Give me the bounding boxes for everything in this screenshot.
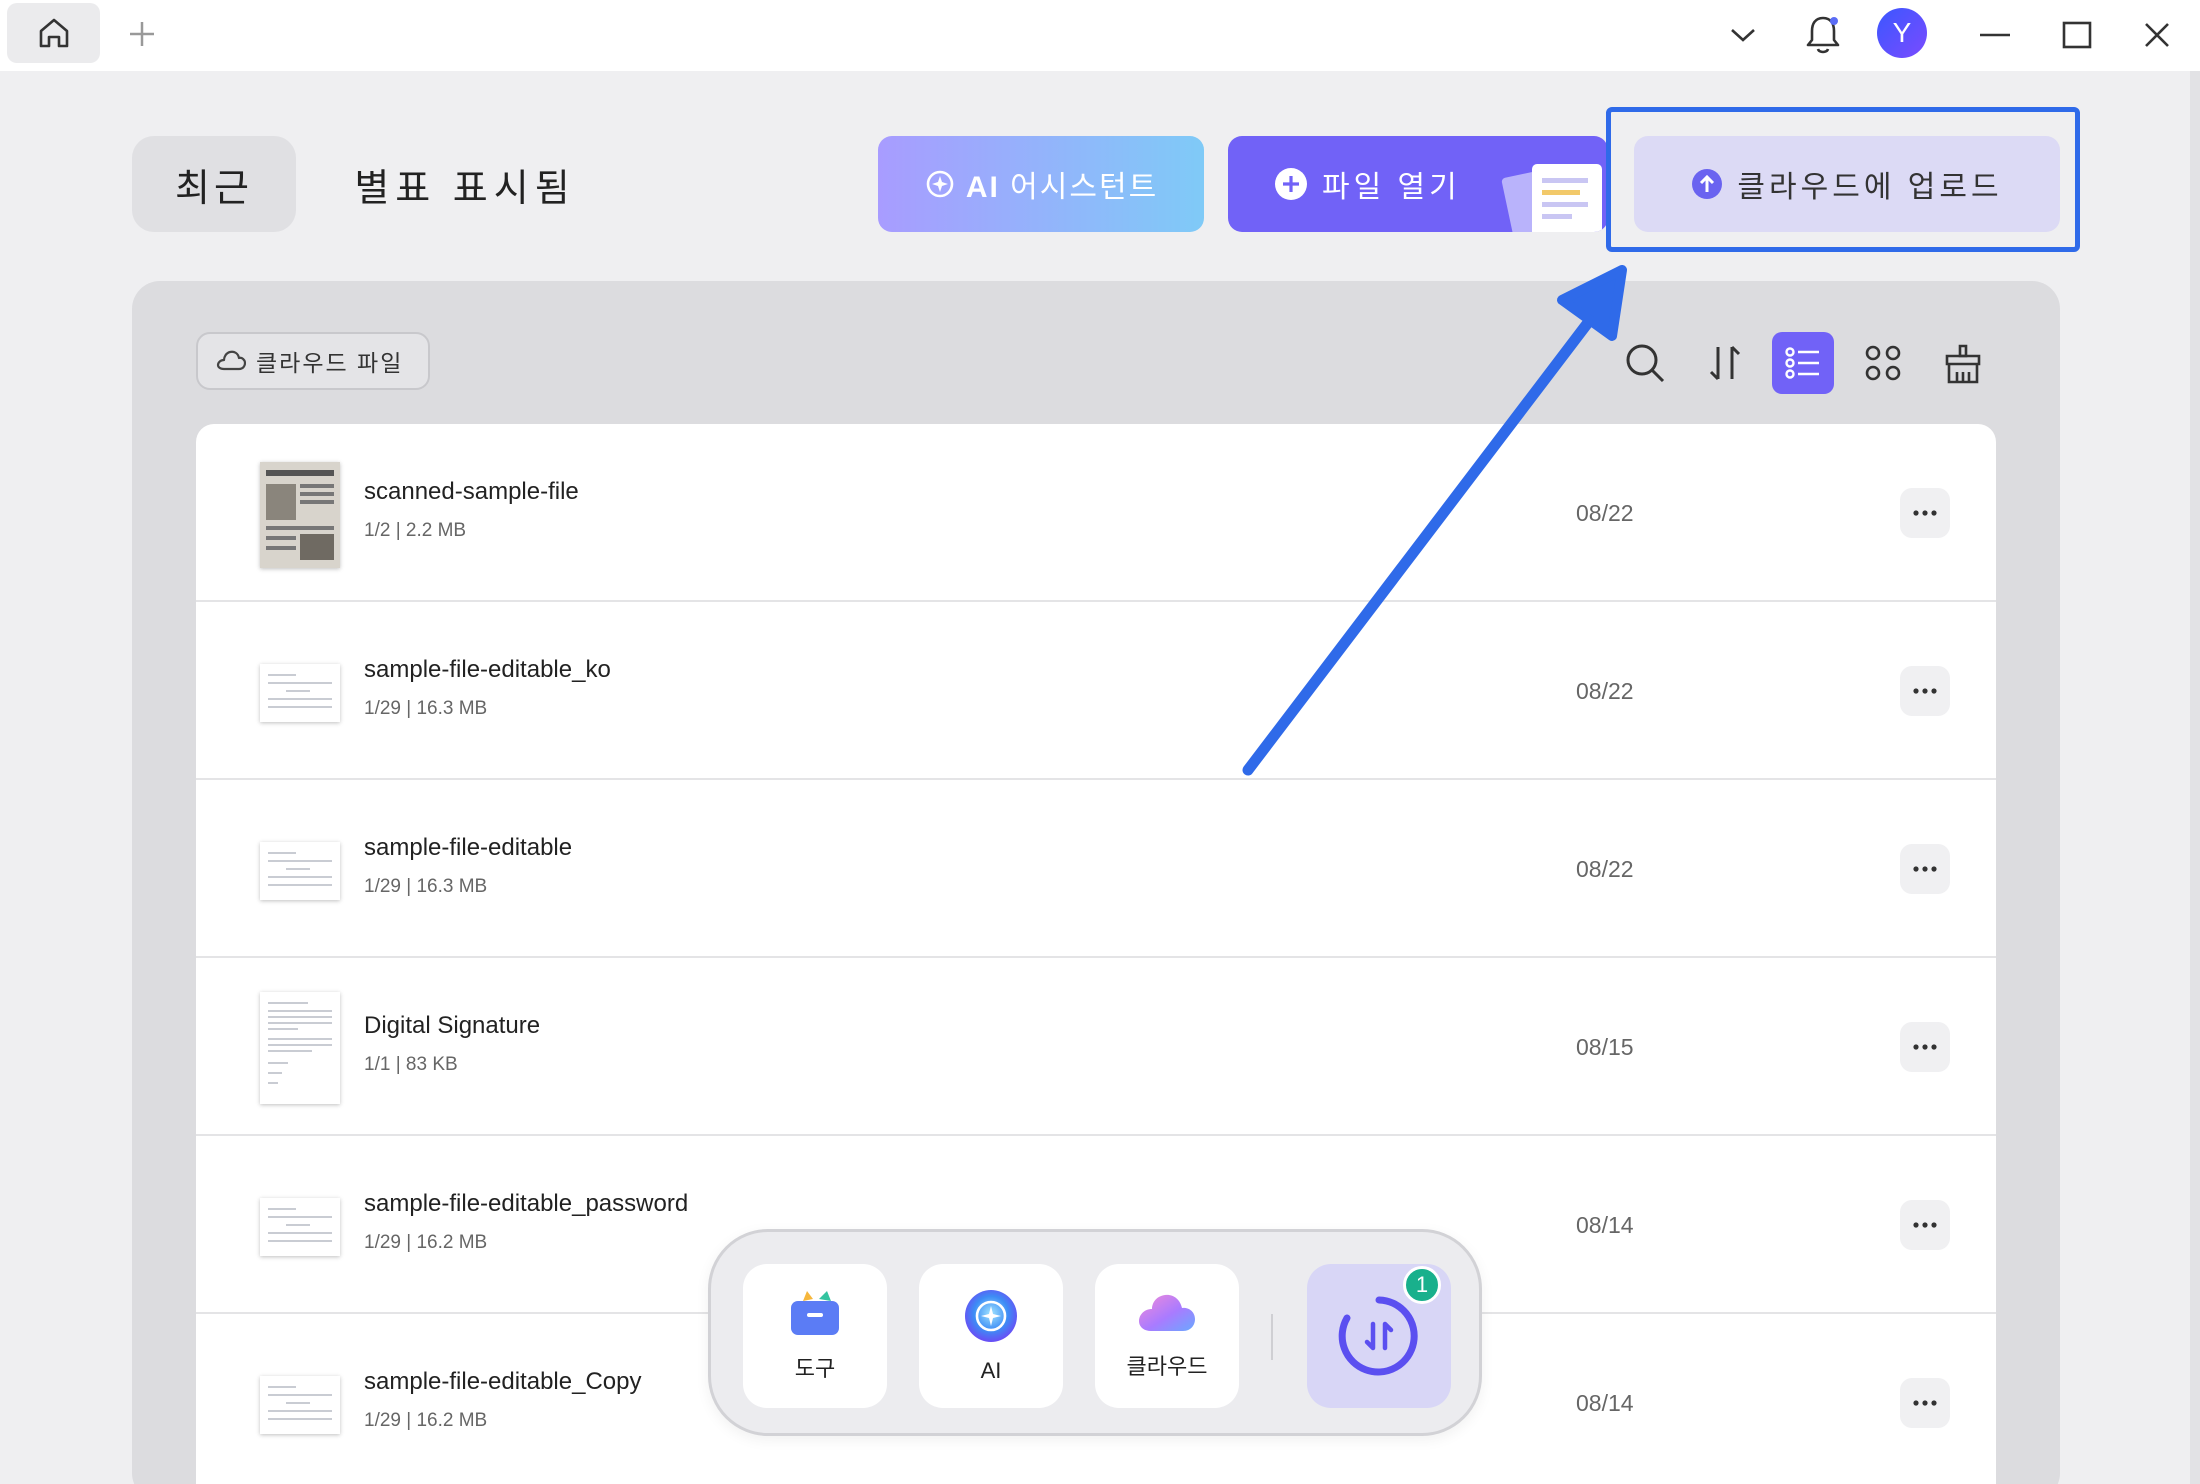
file-date: 08/22 bbox=[1576, 500, 1634, 526]
file-name: sample-file-editable_Copy bbox=[364, 1368, 642, 1395]
file-name: sample-file-editable_ko bbox=[364, 656, 611, 683]
clear-button[interactable] bbox=[1932, 332, 1994, 394]
home-tab[interactable] bbox=[7, 3, 100, 63]
more-icon bbox=[1913, 866, 1937, 872]
search-icon bbox=[1626, 344, 1665, 383]
open-file-button[interactable]: 파일 열기 bbox=[1228, 136, 1608, 232]
new-tab-button[interactable] bbox=[122, 14, 162, 54]
minimize-icon bbox=[1980, 33, 2010, 37]
dock-cloud-label: 클라우드 bbox=[1126, 1354, 1208, 1379]
avatar[interactable]: Y bbox=[1877, 8, 1927, 58]
ai-prefix: AI bbox=[965, 171, 1000, 204]
file-date: 08/22 bbox=[1576, 856, 1634, 882]
scrollbar[interactable] bbox=[2190, 71, 2200, 1484]
file-meta: 1/29 | 16.3 MB bbox=[364, 698, 488, 719]
grid-view-icon bbox=[1865, 345, 1901, 381]
cloud-icon bbox=[1139, 1294, 1195, 1331]
clear-icon bbox=[1945, 344, 1981, 384]
file-date: 08/22 bbox=[1576, 678, 1634, 704]
list-item[interactable]: sample-file-editable 1/29 | 16.3 MB 08/2… bbox=[196, 780, 1996, 958]
plus-circle-icon bbox=[1275, 168, 1307, 200]
file-date: 08/14 bbox=[1576, 1212, 1634, 1238]
more-icon bbox=[1913, 1044, 1937, 1050]
ai-label: 어시스턴트 bbox=[1010, 171, 1159, 204]
documents-illustration-icon bbox=[1501, 164, 1602, 232]
file-meta: 1/1 | 83 KB bbox=[364, 1054, 458, 1075]
sort-icon bbox=[1709, 345, 1741, 381]
sort-button[interactable] bbox=[1694, 332, 1756, 394]
file-meta: 1/2 | 2.2 MB bbox=[364, 520, 467, 541]
more-button[interactable] bbox=[1900, 1378, 1950, 1428]
list-item[interactable]: Digital Signature 1/1 | 83 KB 08/15 bbox=[196, 958, 1996, 1136]
close-button[interactable] bbox=[2132, 10, 2182, 60]
more-icon bbox=[1913, 688, 1937, 694]
dock-tools-label: 도구 bbox=[794, 1356, 836, 1381]
plus-icon bbox=[130, 22, 154, 46]
list-item[interactable]: scanned-sample-file 1/2 | 2.2 MB 08/22 bbox=[196, 424, 1996, 602]
list-item[interactable]: sample-file-editable_ko 1/29 | 16.3 MB 0… bbox=[196, 602, 1996, 780]
file-date: 08/15 bbox=[1576, 1034, 1634, 1060]
dock-divider bbox=[1271, 1314, 1273, 1360]
title-bar: Y bbox=[0, 0, 2200, 71]
grid-view-button[interactable] bbox=[1852, 332, 1914, 394]
file-thumbnail bbox=[260, 1198, 340, 1256]
tab-starred[interactable]: 별표 표시됨 bbox=[330, 136, 600, 232]
more-icon bbox=[1913, 1400, 1937, 1406]
more-button[interactable] bbox=[1900, 488, 1950, 538]
more-button[interactable] bbox=[1900, 666, 1950, 716]
open-file-label: 파일 열기 bbox=[1322, 171, 1461, 204]
notifications-button[interactable] bbox=[1798, 10, 1848, 60]
minimize-button[interactable] bbox=[1970, 10, 2020, 60]
cloud-files-button[interactable]: 클라우드 파일 bbox=[196, 332, 430, 390]
tab-recent[interactable]: 최근 bbox=[132, 136, 296, 232]
file-name: Digital Signature bbox=[364, 1012, 541, 1039]
more-button[interactable] bbox=[1900, 1022, 1950, 1072]
notification-badge: 1 bbox=[1403, 1266, 1441, 1304]
file-name: sample-file-editable_password bbox=[364, 1190, 689, 1217]
dock-ai-button[interactable]: AI bbox=[919, 1264, 1063, 1408]
ai-orb-icon bbox=[965, 1290, 1017, 1342]
chevron-down-icon bbox=[1731, 29, 1755, 42]
list-view-icon bbox=[1785, 347, 1819, 379]
more-icon bbox=[1913, 510, 1937, 516]
file-thumbnail bbox=[260, 664, 340, 722]
toolbox-icon bbox=[791, 1291, 839, 1335]
bell-icon bbox=[1806, 16, 1840, 54]
file-meta: 1/29 | 16.2 MB bbox=[364, 1410, 488, 1431]
bottom-dock: 도구 AI 클라우드 1 bbox=[708, 1229, 1482, 1436]
maximize-button[interactable] bbox=[2052, 10, 2102, 60]
ai-assistant-icon bbox=[926, 170, 954, 198]
more-icon bbox=[1913, 1222, 1937, 1228]
dropdown-button[interactable] bbox=[1718, 10, 1768, 60]
search-button[interactable] bbox=[1614, 332, 1676, 394]
dock-tools-button[interactable]: 도구 bbox=[743, 1264, 887, 1408]
more-button[interactable] bbox=[1900, 1200, 1950, 1250]
file-meta: 1/29 | 16.3 MB bbox=[364, 876, 488, 897]
maximize-icon bbox=[2062, 21, 2092, 49]
sync-icon bbox=[1338, 1296, 1418, 1376]
file-thumbnail bbox=[260, 1376, 340, 1434]
file-thumbnail bbox=[260, 992, 340, 1104]
file-name: sample-file-editable bbox=[364, 834, 573, 861]
file-thumbnail bbox=[260, 842, 340, 900]
cloud-files-label: 클라우드 파일 bbox=[256, 350, 404, 376]
file-meta: 1/29 | 16.2 MB bbox=[364, 1232, 488, 1253]
close-icon bbox=[2145, 23, 2169, 47]
dock-cloud-button[interactable]: 클라우드 bbox=[1095, 1264, 1239, 1408]
highlight-annotation bbox=[1606, 107, 2080, 252]
more-button[interactable] bbox=[1900, 844, 1950, 894]
home-icon bbox=[39, 18, 68, 48]
file-thumbnail bbox=[260, 462, 340, 568]
file-date: 08/14 bbox=[1576, 1390, 1634, 1416]
list-view-button[interactable] bbox=[1772, 332, 1834, 394]
ai-assistant-button[interactable]: AI 어시스턴트 bbox=[878, 136, 1204, 232]
file-name: scanned-sample-file bbox=[364, 478, 579, 505]
cloud-icon bbox=[216, 350, 246, 371]
dock-ai-label: AI bbox=[980, 1358, 1002, 1383]
